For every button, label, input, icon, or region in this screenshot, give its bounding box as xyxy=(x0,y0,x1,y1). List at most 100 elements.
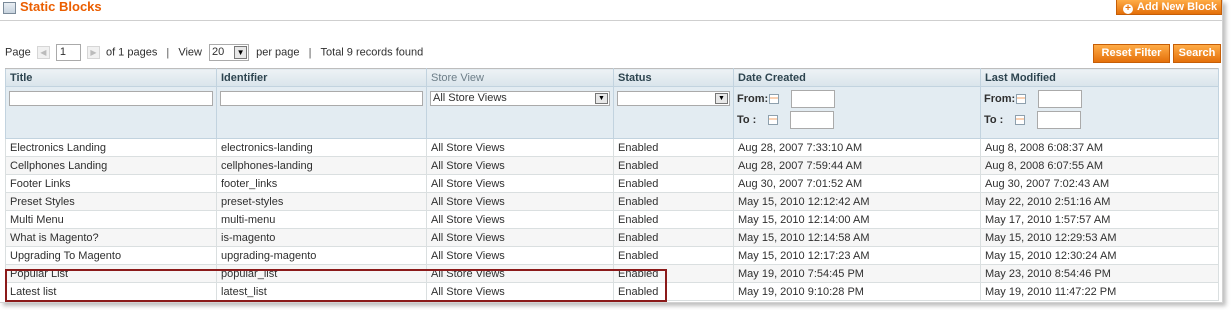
cell-date-created: May 15, 2010 12:12:42 AM xyxy=(733,192,981,211)
cell-title: What is Magento? xyxy=(5,228,217,247)
per-page-value: 20 xyxy=(212,46,225,58)
cell-status: Enabled xyxy=(613,228,734,247)
modified-to-input[interactable] xyxy=(1037,111,1082,129)
search-button[interactable]: Search xyxy=(1173,44,1221,63)
store-view-filter-select[interactable]: All Store Views ▼ xyxy=(430,91,610,106)
cell-store-view: All Store Views xyxy=(426,138,614,157)
created-to-input[interactable] xyxy=(790,111,835,129)
column-last-modified[interactable]: Last Modified xyxy=(980,68,1219,87)
cell-date-created: May 19, 2010 7:54:45 PM xyxy=(733,264,981,283)
cell-title: Footer Links xyxy=(5,174,217,193)
status-filter-select[interactable]: ▼ xyxy=(617,91,730,106)
created-to-row: To : xyxy=(737,111,977,131)
cell-identifier: cellphones-landing xyxy=(216,156,427,175)
separator: | xyxy=(166,46,170,59)
cell-last-modified: May 15, 2010 12:29:53 AM xyxy=(980,228,1219,247)
column-status[interactable]: Status xyxy=(613,68,734,87)
table-row[interactable]: Footer Links footer_links All Store Views E… xyxy=(5,174,1219,193)
cell-identifier: electronics-landing xyxy=(216,138,427,157)
page-header: Static Blocks + Add New Block xyxy=(0,0,1222,21)
chevron-down-icon: ▼ xyxy=(715,93,728,104)
cell-status: Enabled xyxy=(613,246,734,265)
modified-to-row: To : xyxy=(984,111,1215,131)
per-page-label: per page xyxy=(256,46,300,59)
cell-store-view: All Store Views xyxy=(426,210,614,229)
cell-store-view: All Store Views xyxy=(426,156,614,175)
cell-title: Electronics Landing xyxy=(5,138,217,157)
cell-store-view: All Store Views xyxy=(426,174,614,193)
pager: Page ◀ 1 ▶ of 1 pages | View 20 ▼ per pag… xyxy=(5,44,423,62)
cell-date-created: Aug 28, 2007 7:59:44 AM xyxy=(733,156,981,175)
to-label: To : xyxy=(737,114,757,126)
store-view-filter-value: All Store Views xyxy=(433,92,507,104)
modified-from-input[interactable] xyxy=(1038,90,1083,108)
prev-page-icon[interactable]: ◀ xyxy=(36,46,50,59)
highlight-annotation xyxy=(5,269,667,302)
total-records: Total 9 records found xyxy=(320,46,424,59)
column-date-created[interactable]: Date Created xyxy=(733,68,981,87)
to-label: To : xyxy=(984,114,1004,126)
plus-icon: + xyxy=(1123,4,1133,14)
column-title[interactable]: Title xyxy=(5,68,217,87)
page-number-input[interactable]: 1 xyxy=(55,44,81,61)
table-row[interactable]: Cellphones Landing cellphones-landing All … xyxy=(5,156,1219,175)
calendar-icon[interactable] xyxy=(1016,94,1027,104)
page-title: Static Blocks xyxy=(20,0,102,14)
calendar-icon[interactable] xyxy=(768,115,779,125)
cell-title: Upgrading To Magento xyxy=(5,246,217,265)
cell-title: Multi Menu xyxy=(5,210,217,229)
add-new-block-button[interactable]: + Add New Block xyxy=(1116,0,1222,15)
column-identifier[interactable]: Identifier xyxy=(216,68,427,87)
per-page-select[interactable]: 20 ▼ xyxy=(209,44,250,61)
cell-date-created: May 15, 2010 12:14:58 AM xyxy=(733,228,981,247)
cell-last-modified: May 19, 2010 11:47:22 PM xyxy=(980,282,1219,301)
cell-status: Enabled xyxy=(613,192,734,211)
cell-status: Enabled xyxy=(613,156,734,175)
filter-row: All Store Views ▼ ▼ From: To : From: To : xyxy=(5,86,1219,139)
separator: | xyxy=(308,46,312,59)
grid-icon xyxy=(3,2,16,14)
modified-from-row: From: xyxy=(984,90,1215,110)
cell-date-created: May 15, 2010 12:17:23 AM xyxy=(733,246,981,265)
cell-last-modified: May 15, 2010 12:30:24 AM xyxy=(980,246,1219,265)
cell-date-created: May 19, 2010 9:10:28 PM xyxy=(733,282,981,301)
cell-status: Enabled xyxy=(613,174,734,193)
next-page-icon[interactable]: ▶ xyxy=(86,46,100,59)
calendar-icon[interactable] xyxy=(769,94,780,104)
table-row[interactable]: What is Magento? is-magento All Store View… xyxy=(5,228,1219,247)
cell-last-modified: May 22, 2010 2:51:16 AM xyxy=(980,192,1219,211)
cell-title: Preset Styles xyxy=(5,192,217,211)
cell-date-created: May 15, 2010 12:14:00 AM xyxy=(733,210,981,229)
view-label: View xyxy=(178,46,202,59)
cell-status: Enabled xyxy=(613,138,734,157)
filter-cell: ▼ xyxy=(613,86,734,139)
cell-last-modified: May 23, 2010 8:54:46 PM xyxy=(980,264,1219,283)
cell-identifier: is-magento xyxy=(216,228,427,247)
cell-identifier: preset-styles xyxy=(216,192,427,211)
table-row[interactable]: Upgrading To Magento upgrading-magento All… xyxy=(5,246,1219,265)
created-from-row: From: xyxy=(737,90,977,110)
table-row[interactable]: Electronics Landing electronics-landing Al… xyxy=(5,138,1219,157)
cell-identifier: multi-menu xyxy=(216,210,427,229)
table-row[interactable]: Preset Styles preset-styles All Store View… xyxy=(5,192,1219,211)
cell-store-view: All Store Views xyxy=(426,228,614,247)
cell-title: Cellphones Landing xyxy=(5,156,217,175)
created-from-input[interactable] xyxy=(791,90,836,108)
calendar-icon[interactable] xyxy=(1015,115,1026,125)
page-label: Page xyxy=(5,46,31,59)
cell-date-created: Aug 28, 2007 7:33:10 AM xyxy=(733,138,981,157)
cell-last-modified: Aug 8, 2008 6:07:55 AM xyxy=(980,156,1219,175)
add-new-block-label: Add New Block xyxy=(1137,1,1218,13)
column-store-view: Store View xyxy=(426,68,614,87)
of-pages-text: of 1 pages xyxy=(105,46,158,59)
blocks-grid: Title Identifier Store View Status Date … xyxy=(5,68,1219,301)
static-blocks-panel: Static Blocks + Add New Block Page ◀ 1 ▶ … xyxy=(0,0,1223,303)
cell-store-view: All Store Views xyxy=(426,246,614,265)
title-filter-input[interactable] xyxy=(9,91,213,106)
reset-filter-button[interactable]: Reset Filter xyxy=(1093,44,1170,63)
filter-cell: From: To : xyxy=(980,86,1219,139)
chevron-down-icon: ▼ xyxy=(595,93,608,104)
identifier-filter-input[interactable] xyxy=(220,91,423,106)
table-row[interactable]: Multi Menu multi-menu All Store Views Enabl… xyxy=(5,210,1219,229)
cell-identifier: upgrading-magento xyxy=(216,246,427,265)
